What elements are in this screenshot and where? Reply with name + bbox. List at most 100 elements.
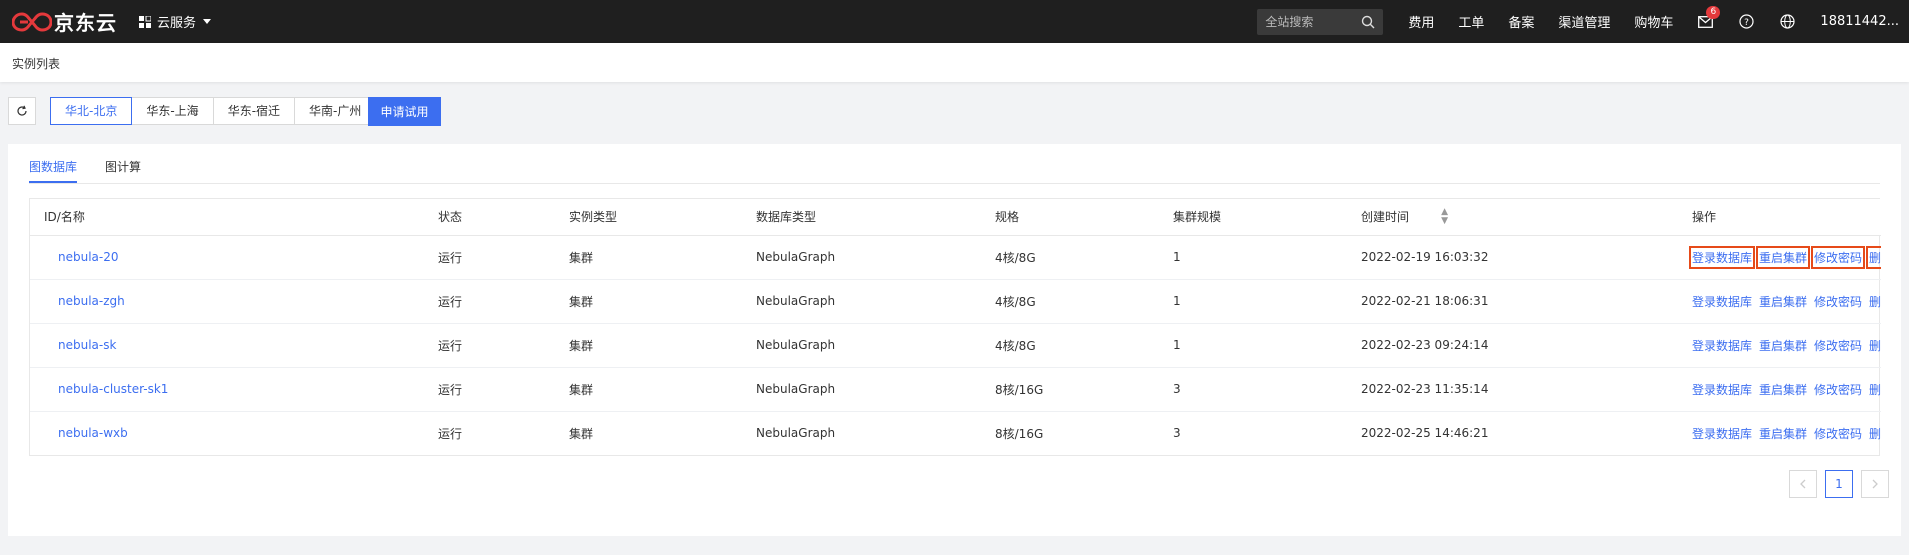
db-type-cell: NebulaGraph — [742, 235, 981, 280]
brand-name: 京东云 — [54, 11, 117, 35]
page-number-button[interactable]: 1 — [1825, 470, 1853, 498]
change-password-link[interactable]: 修改密码 — [1814, 293, 1862, 310]
nav-filing[interactable]: 备案 — [1508, 12, 1534, 31]
delete-link[interactable]: 删除 — [1869, 425, 1881, 442]
created-time-cell: 2022-02-23 09:24:14 — [1347, 323, 1678, 368]
actions-cell: 登录数据库重启集群修改密码删除 — [1678, 411, 1881, 455]
page-title: 实例列表 — [12, 57, 61, 71]
instance-type-cell: 集群 — [555, 323, 742, 368]
region-east-shanghai[interactable]: 华东-上海 — [131, 97, 214, 125]
chevron-down-icon — [203, 19, 212, 24]
delete-link[interactable]: 删除 — [1869, 381, 1881, 398]
restart-cluster-link[interactable]: 重启集群 — [1759, 381, 1807, 398]
db-type-cell: NebulaGraph — [742, 367, 981, 412]
nav-channel-management[interactable]: 渠道管理 — [1558, 12, 1610, 31]
col-status: 状态 — [424, 199, 555, 236]
region-east-suqian[interactable]: 华东-宿迁 — [212, 97, 296, 125]
login-database-link[interactable]: 登录数据库 — [1692, 381, 1752, 398]
col-cluster-size: 集群规模 — [1159, 199, 1347, 236]
instance-name-link[interactable]: nebula-cluster-sk1 — [30, 367, 424, 412]
instance-name-link[interactable]: nebula-20 — [30, 235, 424, 280]
global-search-input[interactable] — [1265, 14, 1352, 29]
created-time-cell: 2022-02-19 16:03:32 — [1347, 235, 1678, 280]
status-cell: 运行 — [424, 323, 555, 368]
restart-cluster-link[interactable]: 重启集群 — [1756, 245, 1811, 269]
spec-cell: 4核/8G — [981, 235, 1159, 280]
brand-logo[interactable]: 京东云 — [12, 7, 117, 36]
created-time-cell: 2022-02-21 18:06:31 — [1347, 279, 1678, 324]
instance-type-cell: 集群 — [555, 279, 742, 324]
col-actions: 操作 — [1678, 199, 1881, 236]
col-created-time-label: 创建时间 — [1361, 209, 1410, 224]
status-cell: 运行 — [438, 426, 463, 441]
help-button[interactable]: ? — [1738, 14, 1754, 30]
nav-tickets[interactable]: 工单 — [1458, 12, 1484, 31]
actions-cell: 登录数据库重启集群修改密码删除 — [1678, 323, 1881, 368]
refresh-button[interactable] — [8, 97, 36, 125]
region-selector: 华北-北京 华东-上海 华东-宿迁 华南-广州 — [50, 97, 377, 125]
search-icon[interactable] — [1361, 15, 1375, 29]
tab-graph-computing[interactable]: 图计算 — [105, 158, 141, 183]
language-button[interactable] — [1779, 14, 1795, 30]
region-north-beijing[interactable]: 华北-北京 — [50, 97, 133, 125]
created-time-cell: 2022-02-25 14:46:21 — [1361, 426, 1489, 441]
instance-name-link[interactable]: nebula-wxb — [30, 411, 424, 455]
instance-name-link[interactable]: nebula-zgh — [30, 279, 424, 324]
table-row: nebula-zgh 运行 集群 NebulaGraph 4核/8G 1 2022-02-2… — [30, 279, 1881, 324]
grid-icon — [139, 15, 151, 28]
sort-icon[interactable]: ▲ ▼ — [1441, 207, 1448, 226]
restart-cluster-link[interactable]: 重启集群 — [1759, 293, 1807, 310]
col-id-name: ID/名称 — [30, 199, 424, 236]
change-password-link[interactable]: 修改密码 — [1814, 381, 1862, 398]
cluster-size-cell: 3 — [1173, 426, 1181, 441]
cluster-size-cell: 1 — [1159, 279, 1347, 324]
cluster-size-cell: 1 — [1159, 235, 1347, 280]
table-row: nebula-cluster-sk1 运行 集群 NebulaGraph 8核/16G 3… — [30, 367, 1881, 412]
spec-cell: 4核/8G — [981, 279, 1159, 324]
breadcrumb-bar: 实例列表 — [0, 43, 1909, 82]
refresh-icon — [17, 105, 27, 116]
db-type-cell: NebulaGraph — [742, 323, 981, 368]
apply-trial-button[interactable]: 申请试用 — [368, 97, 441, 126]
login-database-link[interactable]: 登录数据库 — [1692, 293, 1752, 310]
prev-page-button[interactable] — [1789, 470, 1817, 498]
actions-cell: 登录数据库重启集群修改密码删除 — [1678, 367, 1881, 412]
restart-cluster-link[interactable]: 重启集群 — [1759, 425, 1807, 442]
change-password-link[interactable]: 修改密码 — [1814, 337, 1862, 354]
globe-icon — [1780, 14, 1795, 29]
spec-cell: 4核/8G — [981, 323, 1159, 368]
delete-link[interactable]: 删除 — [1869, 337, 1881, 354]
actions-cell: 登录数据库重启集群修改密码删除 — [1678, 235, 1881, 280]
table-header: ID/名称 状态 实例类型 数据库类型 规格 集群规模 创建时间 ▲ ▼ 操作 — [30, 199, 1881, 236]
pagination: 1 — [1781, 470, 1889, 498]
instance-type-cell: 集群 — [555, 235, 742, 280]
delete-link[interactable]: 删除 — [1866, 245, 1881, 269]
messages-button[interactable]: 6 — [1697, 5, 1721, 30]
col-spec: 规格 — [981, 199, 1159, 236]
user-account-menu[interactable]: 18811442... — [1820, 14, 1899, 29]
instance-type-cell: 集群 — [555, 367, 742, 412]
login-database-link[interactable]: 登录数据库 — [1688, 245, 1756, 269]
col-created-time[interactable]: 创建时间 ▲ ▼ — [1347, 199, 1678, 236]
status-cell: 运行 — [424, 235, 555, 280]
restart-cluster-link[interactable]: 重启集群 — [1759, 337, 1807, 354]
change-password-link[interactable]: 修改密码 — [1811, 245, 1866, 269]
global-search[interactable] — [1257, 8, 1384, 35]
spec-cell: 8核/16G — [981, 367, 1159, 412]
tab-graph-database[interactable]: 图数据库 — [29, 158, 78, 183]
table-row: nebula-sk 运行 集群 NebulaGraph 4核/8G 1 2022-02-23… — [30, 323, 1881, 368]
instance-name-link[interactable]: nebula-sk — [30, 323, 424, 368]
region-south-guangzhou[interactable]: 华南-广州 — [294, 97, 377, 125]
created-time-cell: 2022-02-23 11:35:14 — [1347, 367, 1678, 412]
nav-cart[interactable]: 购物车 — [1634, 12, 1673, 31]
jdcloud-logo-icon — [12, 11, 52, 32]
cloud-services-dropdown[interactable]: 云服务 — [139, 12, 212, 31]
nav-billing[interactable]: 费用 — [1408, 12, 1434, 31]
login-database-link[interactable]: 登录数据库 — [1692, 337, 1752, 354]
login-database-link[interactable]: 登录数据库 — [1692, 425, 1752, 442]
next-page-button[interactable] — [1861, 470, 1889, 498]
instance-panel: 图数据库 图计算 ID/名称 状态 实例类型 数据库类型 规格 集群规模 创建时… — [8, 144, 1901, 536]
delete-link[interactable]: 删除 — [1869, 293, 1881, 310]
svg-text:?: ? — [1744, 18, 1749, 28]
change-password-link[interactable]: 修改密码 — [1814, 425, 1862, 442]
